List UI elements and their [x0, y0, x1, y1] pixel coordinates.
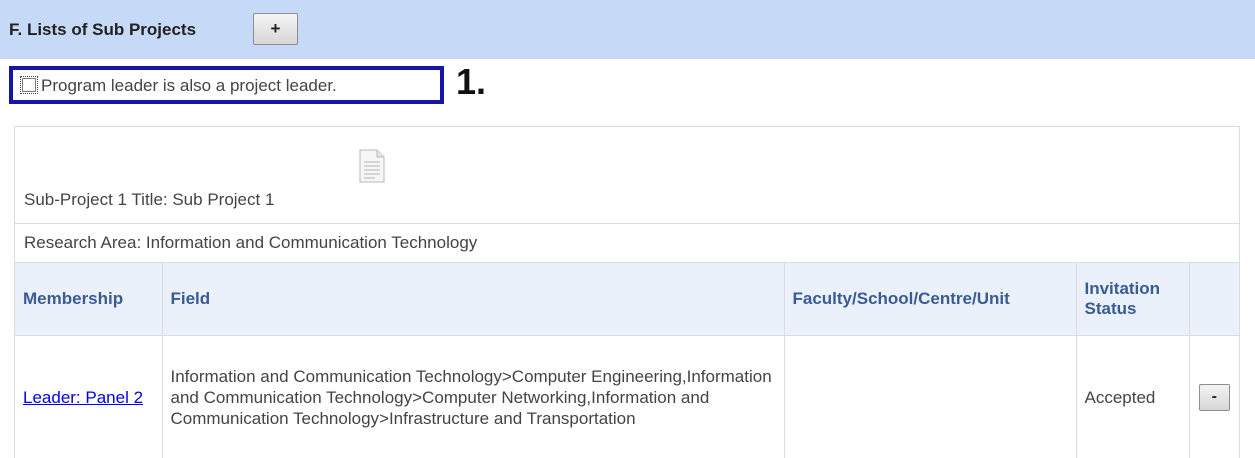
- research-area: Research Area: Information and Communica…: [24, 233, 478, 252]
- faculty-cell: [783, 335, 1077, 458]
- field-cell: Information and Communication Technology…: [161, 335, 785, 458]
- header-membership: Membership: [15, 263, 163, 336]
- table-header-row: Membership Field Faculty/School/Centre/U…: [15, 263, 1239, 336]
- leader-checkbox[interactable]: [20, 76, 38, 94]
- member-link[interactable]: Leader: Panel 2: [23, 388, 143, 407]
- leader-checkbox-label[interactable]: Program leader is also a project leader.: [41, 76, 337, 96]
- status-cell: Accepted: [1075, 335, 1190, 458]
- section-title: F. Lists of Sub Projects: [9, 20, 197, 39]
- remove-member-button[interactable]: -: [1198, 383, 1230, 411]
- action-cell: -: [1188, 335, 1239, 458]
- header-field: Field: [161, 263, 785, 336]
- subproject-panel: Sub-Project 1 Title: Sub Project 1 Resea…: [14, 126, 1240, 458]
- checkbox-highlight: Program leader is also a project leader.: [9, 66, 444, 104]
- annotation-number: 1.: [456, 61, 487, 102]
- subproject-title-row: Sub-Project 1 Title: Sub Project 1: [15, 127, 1239, 224]
- document-icon[interactable]: [359, 149, 385, 183]
- subproject-title: Sub-Project 1 Title: Sub Project 1: [24, 190, 275, 209]
- header-faculty: Faculty/School/Centre/Unit: [783, 263, 1077, 336]
- section-header: F. Lists of Sub Projects +: [0, 0, 1255, 59]
- header-invitation-status: Invitation Status: [1075, 263, 1190, 336]
- table-row: Leader: Panel 2 Information and Communic…: [15, 335, 1239, 458]
- header-actions: [1188, 263, 1239, 336]
- membership-cell: Leader: Panel 2: [15, 335, 163, 458]
- research-area-row: Research Area: Information and Communica…: [15, 224, 1239, 263]
- add-subproject-button[interactable]: +: [253, 13, 298, 45]
- members-table: Membership Field Faculty/School/Centre/U…: [15, 263, 1239, 458]
